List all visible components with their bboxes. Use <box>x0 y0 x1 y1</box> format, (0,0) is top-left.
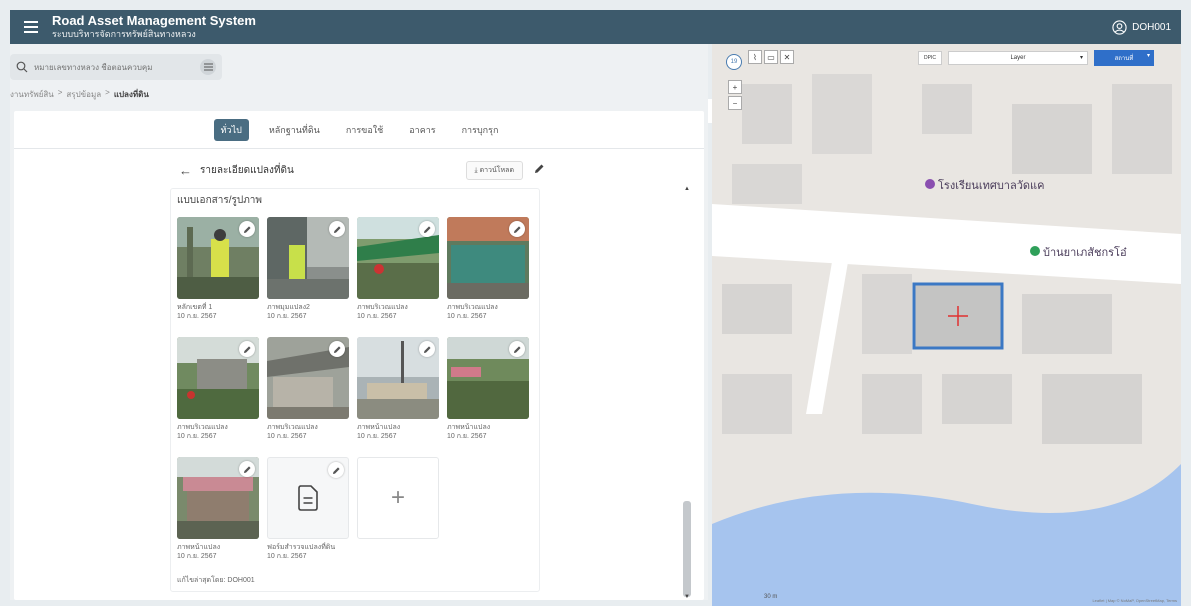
clear-icon[interactable]: ✕ <box>780 50 794 64</box>
document-caption: ฟอร์มสำรวจแปลงที่ดิน 10 ก.ย. 2567 <box>267 544 336 561</box>
tab-bar: ทั่วไป หลักฐานที่ดิน การขอใช้ อาคาร การบ… <box>14 119 704 141</box>
brand: Road Asset Management System ระบบบริหารจ… <box>52 12 256 40</box>
edit-photo-button[interactable] <box>239 461 255 477</box>
photo-caption: ภาพมุมแปลง2 10 ก.ย. 2567 <box>267 304 310 321</box>
layer-select[interactable]: Layer <box>947 51 1088 65</box>
edit-photo-button[interactable] <box>329 341 345 357</box>
photo-thumbnail[interactable] <box>177 217 259 299</box>
measure-area-icon[interactable]: ▭ <box>764 50 778 64</box>
pencil-icon <box>243 465 251 473</box>
back-button[interactable]: ← <box>179 163 192 178</box>
edit-photo-button[interactable] <box>239 221 255 237</box>
pencil-icon <box>423 345 431 353</box>
left-panel: งานทรัพย์สิน > สรุปข้อมูล > แปลงที่ดิน ท… <box>10 44 722 603</box>
poi-pharmacy-label[interactable]: บ้านยาเภสัชกรโอ๋ <box>1043 243 1127 261</box>
edit-photo-button[interactable] <box>329 221 345 237</box>
edit-photo-button[interactable] <box>419 341 435 357</box>
map-scale: 30 m <box>764 594 778 600</box>
photo-thumbnail[interactable] <box>267 217 349 299</box>
pencil-icon <box>243 345 251 353</box>
tab-general[interactable]: ทั่วไป <box>213 119 249 141</box>
photo-thumbnail[interactable] <box>447 217 529 299</box>
documents-title: แบบเอกสาร/รูปภาพ <box>177 195 263 206</box>
user-icon <box>1112 19 1127 35</box>
breadcrumb-item[interactable]: งานทรัพย์สิน <box>10 88 54 101</box>
photo-thumbnail[interactable] <box>177 457 259 539</box>
breadcrumb-separator: > <box>57 88 63 97</box>
map-attribution: Leaflet | Map © NoMaP, OpenStreetMap, Te… <box>1092 598 1177 603</box>
detail-header: ← รายละเอียดแปลงที่ดิน ⤓ ดาวน์โหลด <box>179 157 545 183</box>
search-input[interactable] <box>34 62 184 72</box>
zoom-level-badge: 19 <box>726 54 742 70</box>
tab-building[interactable]: อาคาร <box>403 119 441 141</box>
document-thumbnail[interactable] <box>267 457 349 539</box>
add-document-button[interactable]: + <box>357 457 439 539</box>
pencil-icon <box>243 225 251 233</box>
search-icon <box>16 61 28 73</box>
photo-caption: ภาพบริเวณแปลง 10 ก.ย. 2567 <box>267 424 318 441</box>
photo-thumbnail[interactable] <box>447 337 529 419</box>
photo-thumbnail[interactable] <box>267 337 349 419</box>
tab-divider <box>14 148 704 149</box>
edit-photo-button[interactable] <box>509 341 525 357</box>
photo-caption: ภาพหน้าแปลง 10 ก.ย. 2567 <box>177 544 221 561</box>
document-icon <box>298 485 318 511</box>
edit-photo-button[interactable] <box>509 221 525 237</box>
pencil-icon <box>333 345 341 353</box>
scroll-up-icon[interactable]: ▲ <box>681 183 693 195</box>
poi-school-label[interactable]: โรงเรียนเทศบาลวัดแค <box>938 176 1044 194</box>
photo-thumbnail[interactable] <box>357 217 439 299</box>
photo-caption: ภาพบริเวณแปลง 10 ก.ย. 2567 <box>177 424 228 441</box>
breadcrumb-current: แปลงที่ดิน <box>113 90 149 99</box>
detail-title: รายละเอียดแปลงที่ดิน <box>200 164 294 176</box>
photo-caption: ภาพหน้าแปลง 10 ก.ย. 2567 <box>357 424 401 441</box>
photo-caption: ภาพหน้าแปลง 10 ก.ย. 2567 <box>447 424 491 441</box>
pencil-icon <box>423 225 431 233</box>
dpic-button[interactable]: DPIC <box>918 51 942 65</box>
detail-card: ทั่วไป หลักฐานที่ดิน การขอใช้ อาคาร การบ… <box>14 111 704 600</box>
pencil-icon <box>332 466 340 474</box>
breadcrumb-item[interactable]: สรุปข้อมูล <box>66 88 101 101</box>
tab-encroachment[interactable]: การบุกรุก <box>456 119 505 141</box>
map-view[interactable]: โรงเรียนเทศบาลวัดแค บ้านยาเภสัชกรโอ๋ 19 … <box>712 44 1181 606</box>
updated-by: แก้ไขล่าสุดโดย: DOH001 <box>177 577 255 584</box>
pencil-icon <box>513 345 521 353</box>
photo-caption: หลักเขตที่ 1 10 ก.ย. 2567 <box>177 304 217 321</box>
photo-caption: ภาพบริเวณแปลง 10 ก.ย. 2567 <box>357 304 408 321</box>
scrollbar-thumb[interactable] <box>683 501 691 597</box>
pencil-icon <box>333 225 341 233</box>
app-title: Road Asset Management System <box>52 12 256 28</box>
map-base <box>712 44 1181 606</box>
pencil-icon <box>513 225 521 233</box>
measure-line-icon[interactable]: ⌇ <box>748 50 762 64</box>
photo-thumbnail[interactable] <box>177 337 259 419</box>
edit-photo-button[interactable] <box>239 341 255 357</box>
scrollbar[interactable]: ▲ ▼ <box>681 183 693 603</box>
pencil-icon <box>535 164 544 173</box>
filter-icon <box>203 63 213 71</box>
map-top-controls: DPIC Layer สถานที่ <box>918 50 1154 66</box>
edit-button[interactable] <box>533 163 545 178</box>
documents-panel: แบบเอกสาร/รูปภาพ หลักเขตที่ 1 10 ก.ย. 256… <box>170 188 540 592</box>
edit-photo-button[interactable] <box>419 221 435 237</box>
scroll-down-icon[interactable]: ▼ <box>681 591 693 603</box>
app-header: Road Asset Management System ระบบบริหารจ… <box>10 10 1181 44</box>
app-subtitle: ระบบบริหารจัดการทรัพย์สินทางหลวง <box>52 29 196 40</box>
breadcrumb: งานทรัพย์สิน > สรุปข้อมูล > แปลงที่ดิน <box>10 88 149 101</box>
menu-icon[interactable] <box>18 14 44 40</box>
zoom-out-icon[interactable]: − <box>728 96 742 110</box>
breadcrumb-separator: > <box>105 88 110 97</box>
user-name: DOH001 <box>1132 21 1171 33</box>
search-bar <box>10 54 222 80</box>
photo-thumbnail[interactable] <box>357 337 439 419</box>
tab-land-evidence[interactable]: หลักฐานที่ดิน <box>263 119 326 141</box>
zoom-in-icon[interactable]: + <box>728 80 742 94</box>
photo-caption: ภาพบริเวณแปลง 10 ก.ย. 2567 <box>447 304 498 321</box>
download-button[interactable]: ⤓ ดาวน์โหลด <box>465 160 523 180</box>
tab-usage-request[interactable]: การขอใช้ <box>340 119 389 141</box>
filter-button[interactable] <box>200 59 216 75</box>
user-menu[interactable]: DOH001 <box>1112 19 1171 35</box>
edit-document-button[interactable] <box>328 462 344 478</box>
place-select[interactable]: สถานที่ <box>1093 50 1154 66</box>
